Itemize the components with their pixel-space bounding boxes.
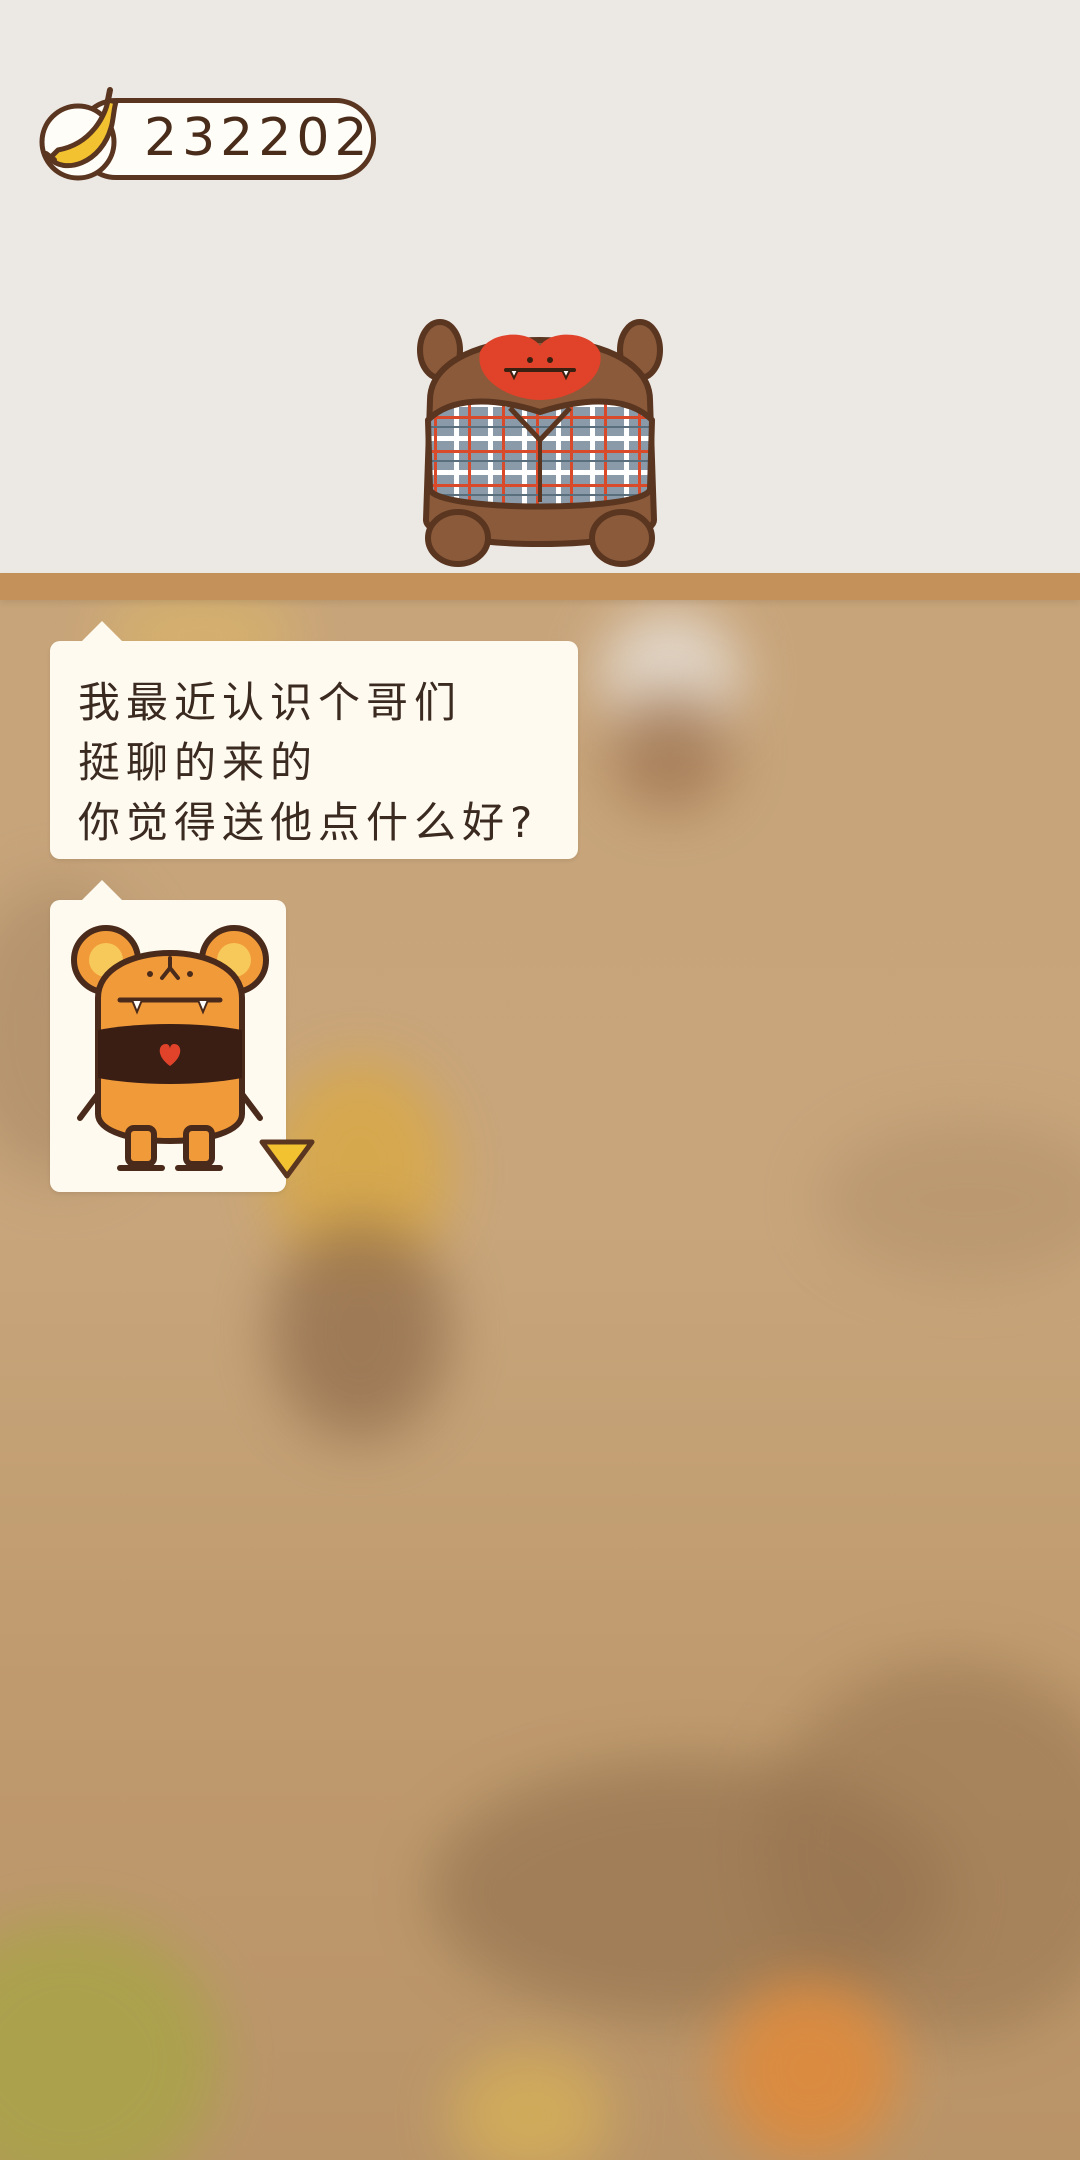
banana-count: 232202 [144, 108, 373, 168]
banana-counter: 232202 [32, 87, 376, 181]
shelf-divider [0, 573, 1080, 600]
sticker-bubble[interactable] [50, 880, 286, 1192]
dialogue-line-1: 我最近认识个哥们 [78, 678, 463, 727]
dialogue-line-3: 你觉得送他点什么好? [78, 798, 539, 847]
triangle-down-icon[interactable] [258, 1138, 316, 1180]
dialogue-line-2: 挺聊的来的 [78, 738, 319, 787]
orange-bear-sticker-icon [71, 925, 269, 1171]
banana-icon [39, 87, 119, 181]
dialogue-bubble[interactable]: 我最近认识个哥们 挺聊的来的 你觉得送他点什么好? [50, 621, 578, 859]
monkey-plaid-shirt-icon[interactable] [410, 290, 670, 572]
